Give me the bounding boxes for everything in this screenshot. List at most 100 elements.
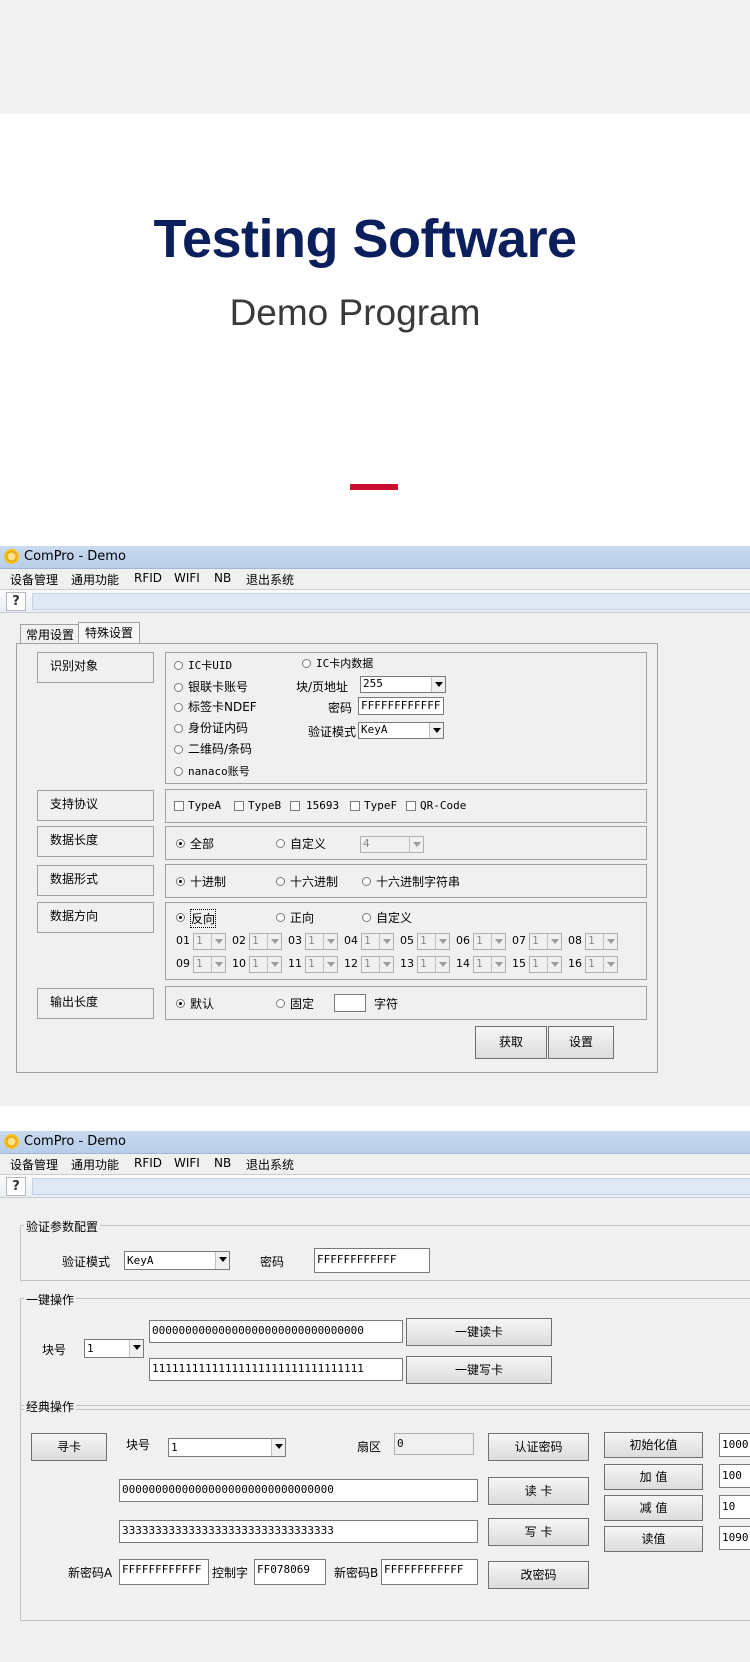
slot-select[interactable]: 1	[193, 956, 226, 973]
tab-common[interactable]: 常用设置	[20, 624, 79, 645]
menu-exit[interactable]: 退出系统	[246, 571, 294, 588]
read-value-field[interactable]: 1090	[719, 1526, 750, 1550]
slot-select[interactable]: 1	[417, 933, 450, 950]
tab-special[interactable]: 特殊设置	[78, 622, 140, 645]
radio-dir-forward[interactable]	[276, 913, 285, 922]
radio-ndef[interactable]	[174, 703, 183, 712]
menu-general[interactable]: 通用功能	[71, 1156, 119, 1173]
radio-ic-uid[interactable]	[174, 661, 183, 670]
slot-value: 1	[420, 934, 427, 947]
radio-format-dec[interactable]	[176, 877, 185, 886]
new-key-b-field[interactable]: FFFFFFFFFFFF	[381, 1559, 478, 1585]
radio-nanaco[interactable]	[174, 767, 183, 776]
slot-select[interactable]: 1	[305, 956, 338, 973]
auth-mode-label: 验证模式	[308, 725, 357, 739]
radio-dir-reverse[interactable]	[176, 913, 185, 922]
label-typef: TypeF	[364, 799, 398, 812]
slot-select[interactable]: 1	[193, 933, 226, 950]
slot-select[interactable]: 1	[585, 933, 618, 950]
read-card-button[interactable]: 读 卡	[488, 1477, 589, 1505]
radio-ic-data[interactable]	[302, 659, 311, 668]
change-password-button[interactable]: 改密码	[488, 1561, 589, 1589]
onekey-block-select[interactable]: 1	[84, 1339, 144, 1358]
slot-select[interactable]: 1	[361, 956, 394, 973]
new-key-a-field[interactable]: FFFFFFFFFFFF	[119, 1559, 209, 1585]
slot-select[interactable]: 1	[417, 956, 450, 973]
onekey-write-data[interactable]: 11111111111111111111111111111111	[149, 1358, 403, 1381]
check-qrcode[interactable]	[406, 801, 416, 811]
password-field[interactable]: FFFFFFFFFFFF	[314, 1248, 430, 1273]
auth-password-button[interactable]: 认证密码	[488, 1433, 589, 1461]
radio-length-custom[interactable]	[276, 839, 285, 848]
check-15693[interactable]	[290, 801, 300, 811]
radio-output-fixed[interactable]	[276, 999, 285, 1008]
menu-device[interactable]: 设备管理	[10, 571, 58, 588]
check-typeb[interactable]	[234, 801, 244, 811]
slot-select[interactable]: 1	[473, 956, 506, 973]
auth-mode-select[interactable]: KeyA	[124, 1251, 230, 1270]
radio-length-all[interactable]	[176, 839, 185, 848]
menu-nb[interactable]: NB	[214, 1156, 231, 1170]
slot-select[interactable]: 1	[249, 956, 282, 973]
menu-rfid[interactable]: RFID	[134, 1156, 162, 1170]
onekey-write-button[interactable]: 一键写卡	[406, 1356, 552, 1384]
write-card-button[interactable]: 写 卡	[488, 1518, 589, 1546]
toolbar: ?	[0, 1174, 750, 1198]
onekey-read-button[interactable]: 一键读卡	[406, 1318, 552, 1346]
slot-select[interactable]: 1	[361, 933, 394, 950]
block-address-select[interactable]: 255	[360, 676, 446, 693]
slot-select[interactable]: 1	[473, 933, 506, 950]
get-button[interactable]: 获取	[475, 1026, 547, 1059]
menu-wifi[interactable]: WIFI	[174, 1156, 200, 1170]
classic-block-select[interactable]: 1	[168, 1438, 286, 1457]
radio-dir-custom[interactable]	[362, 913, 371, 922]
label-qrcode: QR-Code	[420, 799, 467, 812]
control-word-label: 控制字	[212, 1566, 249, 1580]
slot-select[interactable]: 1	[305, 933, 338, 950]
radio-output-default[interactable]	[176, 999, 185, 1008]
help-icon[interactable]: ?	[6, 1177, 26, 1196]
classic-read-data[interactable]: 00000000000000000000000000000000	[119, 1479, 478, 1502]
chevron-down-icon	[603, 957, 617, 972]
classic-write-data[interactable]: 33333333333333333333333333333333	[119, 1520, 478, 1543]
sub-value-field[interactable]: 10	[719, 1495, 750, 1519]
add-value-field[interactable]: 100	[719, 1464, 750, 1488]
auth-mode-select[interactable]: KeyA	[358, 722, 444, 739]
set-button[interactable]: 设置	[548, 1026, 614, 1059]
length-custom-select[interactable]: 4	[360, 836, 424, 853]
output-fixed-field[interactable]	[334, 994, 366, 1012]
slot-select[interactable]: 1	[585, 956, 618, 973]
init-value-field[interactable]: 1000	[719, 1433, 750, 1457]
slot-label: 09	[176, 957, 190, 970]
control-word-field[interactable]: FF078069	[254, 1559, 326, 1585]
classic-block-label: 块号	[126, 1438, 151, 1452]
radio-format-hex[interactable]	[276, 877, 285, 886]
slot-value: 1	[364, 934, 371, 947]
help-icon[interactable]: ?	[6, 592, 26, 611]
slot-select[interactable]: 1	[529, 933, 562, 950]
menu-rfid[interactable]: RFID	[134, 571, 162, 585]
menu-nb[interactable]: NB	[214, 571, 231, 585]
onekey-read-data[interactable]: 00000000000000000000000000000000	[149, 1320, 403, 1343]
slot-select[interactable]: 1	[529, 956, 562, 973]
menu-wifi[interactable]: WIFI	[174, 571, 200, 585]
check-typef[interactable]	[350, 801, 360, 811]
menu-exit[interactable]: 退出系统	[246, 1156, 294, 1173]
toolbar-strip	[32, 593, 750, 610]
add-value-button[interactable]: 加 值	[604, 1464, 703, 1490]
find-card-button[interactable]: 寻卡	[31, 1433, 107, 1461]
radio-barcode[interactable]	[174, 745, 183, 754]
menu-device[interactable]: 设备管理	[10, 1156, 58, 1173]
menu-general[interactable]: 通用功能	[71, 571, 119, 588]
auth-params-legend: 验证参数配置	[24, 1218, 101, 1235]
chevron-down-icon	[379, 934, 393, 949]
radio-unionpay[interactable]	[174, 683, 183, 692]
password-field[interactable]: FFFFFFFFFFFF	[358, 697, 444, 715]
init-value-button[interactable]: 初始化值	[604, 1432, 703, 1458]
check-typea[interactable]	[174, 801, 184, 811]
radio-format-hexstr[interactable]	[362, 877, 371, 886]
read-value-button[interactable]: 读值	[604, 1526, 703, 1552]
sub-value-button[interactable]: 减 值	[604, 1495, 703, 1521]
slot-select[interactable]: 1	[249, 933, 282, 950]
radio-idcard[interactable]	[174, 724, 183, 733]
